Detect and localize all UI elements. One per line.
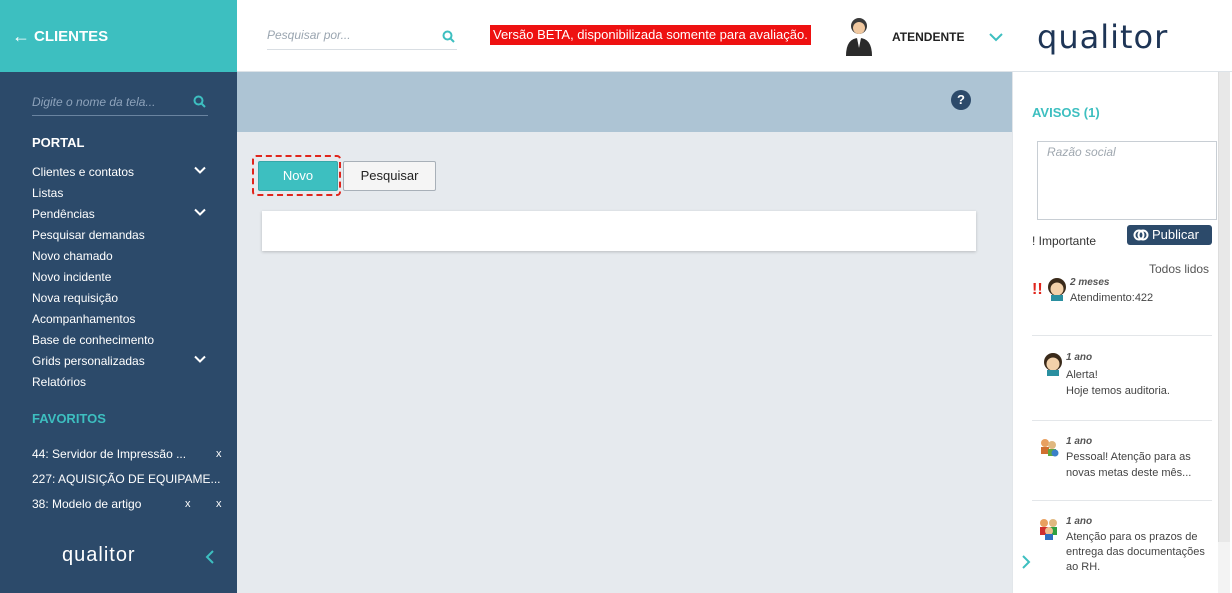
- notification-text: Alerta!: [1066, 369, 1098, 381]
- pesquisar-button[interactable]: Pesquisar: [343, 161, 436, 191]
- female-avatar-icon: [1048, 278, 1066, 301]
- chevron-down-icon[interactable]: [194, 353, 206, 365]
- notification-time: 2 meses: [1070, 277, 1110, 288]
- user-avatar-icon[interactable]: [844, 16, 874, 56]
- favorite-item[interactable]: 44: Servidor de Impressão ... x: [32, 444, 227, 469]
- notification-time: 1 ano: [1066, 352, 1093, 363]
- menu-item-grids-personalizadas[interactable]: Grids personalizadas: [32, 351, 212, 372]
- content-panel: [262, 211, 976, 251]
- notification-text: novas metas deste mês...: [1066, 467, 1192, 479]
- global-search-placeholder: Pesquisar por...: [267, 28, 351, 42]
- razao-social-input[interactable]: Razão social: [1037, 141, 1217, 220]
- menu-item-label: Nova requisição: [32, 291, 119, 305]
- menu-item-nova-requisicao[interactable]: Nova requisição: [32, 288, 212, 309]
- remove-favorite-icon[interactable]: x: [216, 494, 222, 514]
- publicar-button[interactable]: Publicar: [1127, 225, 1212, 245]
- menu-item-novo-incidente[interactable]: Novo incidente: [32, 267, 212, 288]
- help-icon[interactable]: ?: [951, 90, 971, 110]
- divider: [1032, 500, 1212, 501]
- menu-item-acompanhamentos[interactable]: Acompanhamentos: [32, 309, 212, 330]
- menu-item-label: Novo incidente: [32, 270, 112, 284]
- notification-text: entrega das documentações: [1066, 546, 1205, 558]
- search-icon[interactable]: [193, 95, 206, 108]
- group-users-icon: [1040, 519, 1057, 540]
- menu-item-label: Relatórios: [32, 375, 87, 389]
- menu-item-pesquisar-demandas[interactable]: Pesquisar demandas: [32, 225, 212, 246]
- link-icon: [1133, 229, 1149, 241]
- chevron-right-icon[interactable]: [1021, 554, 1031, 570]
- favorite-label: 227: AQUISIÇÃO DE EQUIPAME...: [32, 472, 221, 486]
- remove-favorite-icon[interactable]: x: [216, 444, 222, 464]
- avisos-title: AVISOS (1): [1032, 105, 1100, 120]
- favorite-item[interactable]: 227: AQUISIÇÃO DE EQUIPAME...: [32, 469, 227, 494]
- divider: [1032, 335, 1212, 336]
- favorites-title: FAVORITOS: [32, 411, 106, 426]
- notification-item[interactable]: 1 ano Pessoal! Atenção para as novas met…: [1032, 436, 1212, 496]
- back-label: CLIENTES: [34, 27, 109, 45]
- brand-logo: qualitor: [1037, 18, 1169, 56]
- sidebar: ← CLIENTES Digite o nome da tela... PORT…: [0, 0, 237, 593]
- menu-item-label: Pesquisar demandas: [32, 228, 145, 242]
- favorites-list: 44: Servidor de Impressão ... x 227: AQU…: [32, 444, 227, 519]
- avisos-panel: AVISOS (1) Razão social ! Importante Pub…: [1012, 72, 1232, 593]
- search-icon[interactable]: [442, 30, 455, 43]
- chevron-left-icon[interactable]: [204, 549, 216, 565]
- menu-item-base-conhecimento[interactable]: Base de conhecimento: [32, 330, 212, 351]
- user-role-label[interactable]: ATENDENTE: [892, 30, 964, 44]
- favorite-item[interactable]: 38: Modelo de artigo x x: [32, 494, 227, 519]
- notification-item[interactable]: 1 ano Atenção para os prazos de entrega …: [1032, 516, 1212, 586]
- menu-item-label: Novo chamado: [32, 249, 113, 263]
- notification-text: Atendimento:422: [1070, 292, 1154, 304]
- main-content: ? Novo Pesquisar: [237, 72, 1012, 593]
- main-header-band: ?: [237, 72, 1012, 132]
- menu-item-novo-chamado[interactable]: Novo chamado: [32, 246, 212, 267]
- menu-item-label: Acompanhamentos: [32, 312, 136, 326]
- notification-item[interactable]: 1 ano Alerta! Hoje temos auditoria.: [1032, 352, 1212, 412]
- top-bar: Pesquisar por... Versão BETA, disponibil…: [237, 0, 1232, 72]
- portal-title: PORTAL: [32, 135, 85, 150]
- menu-item-label: Grids personalizadas: [32, 354, 145, 368]
- back-to-clientes[interactable]: ← CLIENTES: [0, 0, 237, 72]
- notification-text: Pessoal! Atenção para as: [1066, 451, 1191, 463]
- mark-all-read-link[interactable]: Todos lidos: [1149, 262, 1209, 276]
- chevron-down-icon[interactable]: [194, 206, 206, 218]
- arrow-left-icon: ←: [12, 25, 30, 46]
- razao-social-placeholder: Razão social: [1047, 145, 1116, 159]
- beta-notice: Versão BETA, disponibilizada somente par…: [490, 25, 811, 45]
- screen-search-placeholder: Digite o nome da tela...: [32, 95, 156, 109]
- notification-text: Atenção para os prazos de: [1066, 531, 1198, 543]
- notification-text: ao RH.: [1066, 561, 1101, 573]
- group-users-icon: [1041, 439, 1059, 457]
- menu-item-clientes-contatos[interactable]: Clientes e contatos: [32, 162, 212, 183]
- female-avatar-icon: [1044, 353, 1062, 376]
- important-marker: !!: [1032, 281, 1043, 298]
- portal-menu: Clientes e contatos Listas Pendências Pe…: [32, 162, 212, 393]
- menu-item-pendencias[interactable]: Pendências: [32, 204, 212, 225]
- menu-item-relatorios[interactable]: Relatórios: [32, 372, 212, 393]
- divider: [1032, 420, 1212, 421]
- screen-search-input[interactable]: Digite o nome da tela...: [32, 88, 208, 116]
- novo-button[interactable]: Novo: [258, 161, 338, 191]
- menu-item-label: Pendências: [32, 207, 95, 221]
- menu-item-label: Clientes e contatos: [32, 165, 135, 179]
- chevron-down-icon[interactable]: [989, 32, 1003, 42]
- publicar-label: Publicar: [1152, 227, 1199, 242]
- menu-item-label: Base de conhecimento: [32, 333, 155, 347]
- scrollbar-thumb[interactable]: [1218, 72, 1230, 542]
- notification-time: 1 ano: [1066, 436, 1093, 447]
- favorite-label: 44: Servidor de Impressão ...: [32, 447, 187, 461]
- notification-item[interactable]: !! 2 meses Atendimento:422: [1032, 277, 1212, 332]
- global-search-input[interactable]: Pesquisar por...: [267, 22, 457, 50]
- favorite-label: 38: Modelo de artigo: [32, 497, 142, 511]
- notification-text: Hoje temos auditoria.: [1066, 385, 1170, 397]
- notification-time: 1 ano: [1066, 516, 1093, 527]
- importante-toggle[interactable]: ! Importante: [1032, 234, 1096, 248]
- menu-item-listas[interactable]: Listas: [32, 183, 212, 204]
- remove-favorite-icon[interactable]: x: [185, 494, 191, 514]
- sidebar-logo: qualitor: [62, 544, 136, 566]
- menu-item-label: Listas: [32, 186, 64, 200]
- chevron-down-icon[interactable]: [194, 164, 206, 176]
